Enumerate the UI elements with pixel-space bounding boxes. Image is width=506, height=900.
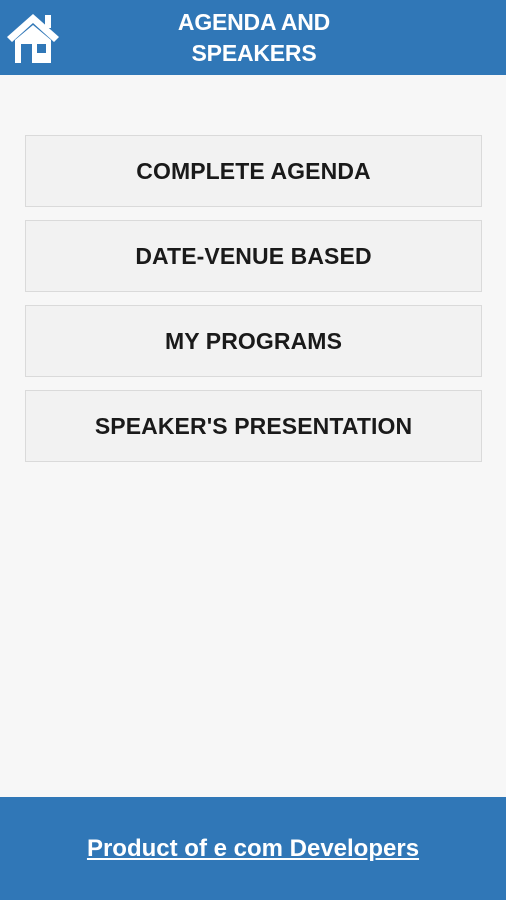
my-programs-button[interactable]: MY PROGRAMS [25,305,482,377]
page-title-line1: AGENDA AND [177,9,331,35]
main-menu: COMPLETE AGENDA DATE-VENUE BASED MY PROG… [25,135,482,475]
home-button[interactable] [4,10,62,66]
page-title-line2: SPEAKERS [191,40,317,66]
speakers-presentation-button[interactable]: SPEAKER'S PRESENTATION [25,390,482,462]
developer-credit-link[interactable]: Product of e com Developers [0,835,506,863]
app-header: AGENDA AND SPEAKERS [0,0,506,75]
page-title: AGENDA AND SPEAKERS [120,7,388,69]
date-venue-based-button[interactable]: DATE-VENUE BASED [25,220,482,292]
complete-agenda-button[interactable]: COMPLETE AGENDA [25,135,482,207]
home-icon [7,14,59,63]
